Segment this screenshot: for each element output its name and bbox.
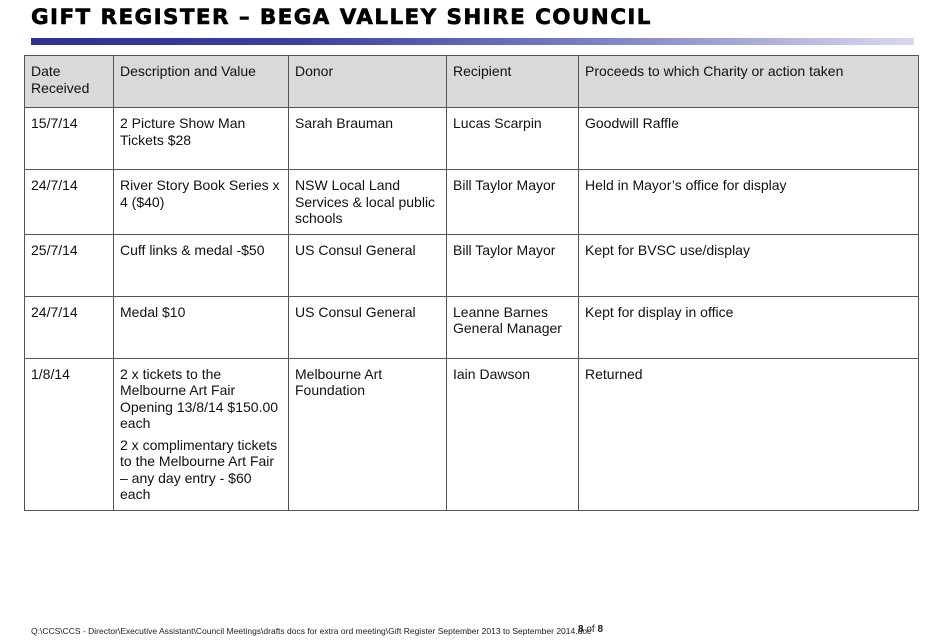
- header-recipient: Recipient: [446, 55, 579, 108]
- document-title: GIFT REGISTER – BEGA VALLEY SHIRE COUNCI…: [31, 5, 652, 31]
- header-proceeds-action: Proceeds to which Charity or action take…: [578, 55, 919, 108]
- cell-recipient: Bill Taylor Mayor: [446, 169, 579, 235]
- page-current: 8: [578, 624, 584, 635]
- table-row: 24/7/14 River Story Book Series x 4 ($40…: [24, 169, 919, 235]
- cell-description: Medal $10: [113, 295, 289, 359]
- cell-action: Goodwill Raffle: [578, 107, 919, 170]
- table-header-row: Date Received Description and Value Dono…: [24, 55, 919, 108]
- description-line: 2 x complimentary tickets to the Melbour…: [120, 436, 278, 503]
- description-line: 2 x tickets to the Melbourne Art Fair Op…: [120, 365, 279, 432]
- cell-recipient: Iain Dawson: [446, 357, 579, 511]
- description-line: Medal $10: [120, 303, 186, 320]
- cell-description: 2 x tickets to the Melbourne Art Fair Op…: [113, 357, 289, 511]
- cell-description: River Story Book Series x 4 ($40): [113, 169, 289, 235]
- cell-donor: US Consul General: [288, 233, 447, 297]
- gift-register-table: Date Received Description and Value Dono…: [24, 55, 919, 511]
- cell-recipient: Leanne Barnes General Manager: [446, 295, 579, 359]
- header-date-received: Date Received: [24, 55, 114, 108]
- cell-date: 25/7/14: [24, 233, 114, 297]
- cell-description: Cuff links & medal -$50: [113, 233, 289, 297]
- cell-donor: NSW Local Land Services & local public s…: [288, 169, 447, 235]
- header-donor: Donor: [288, 55, 447, 108]
- cell-donor: US Consul General: [288, 295, 447, 359]
- cell-action: Returned: [578, 357, 919, 511]
- page-total: 8: [597, 624, 604, 635]
- description-line: Cuff links & medal -$50: [120, 241, 265, 258]
- cell-action: Kept for display in office: [578, 295, 919, 359]
- cell-description: 2 Picture Show Man Tickets $28: [113, 107, 289, 170]
- cell-date: 24/7/14: [24, 295, 114, 359]
- cell-date: 24/7/14: [24, 169, 114, 235]
- table-row: 1/8/14 2 x tickets to the Melbourne Art …: [24, 357, 919, 511]
- cell-date: 1/8/14: [24, 357, 114, 511]
- header-description-value: Description and Value: [113, 55, 289, 108]
- cell-recipient: Bill Taylor Mayor: [446, 233, 579, 297]
- table-row: 24/7/14 Medal $10 US Consul General Lean…: [24, 295, 919, 359]
- table-row: 15/7/14 2 Picture Show Man Tickets $28 S…: [24, 107, 919, 170]
- footer-page-number: 8 of 8: [578, 624, 603, 635]
- cell-action: Kept for BVSC use/display: [578, 233, 919, 297]
- table-row: 25/7/14 Cuff links & medal -$50 US Consu…: [24, 233, 919, 297]
- description-line: 2 Picture Show Man Tickets $28: [120, 115, 246, 148]
- footer-file-path: Q:\CCS\CCS - Director\Executive Assistan…: [31, 626, 592, 636]
- cell-date: 15/7/14: [24, 107, 114, 170]
- description-line: River Story Book Series x 4 ($40): [120, 177, 280, 210]
- title-underline-rule: [31, 38, 914, 45]
- cell-recipient: Lucas Scarpin: [446, 107, 579, 170]
- cell-action: Held in Mayor’s office for display: [578, 169, 919, 235]
- cell-donor: Melbourne Art Foundation: [288, 357, 447, 511]
- page-of: of: [586, 624, 595, 635]
- cell-donor: Sarah Brauman: [288, 107, 447, 170]
